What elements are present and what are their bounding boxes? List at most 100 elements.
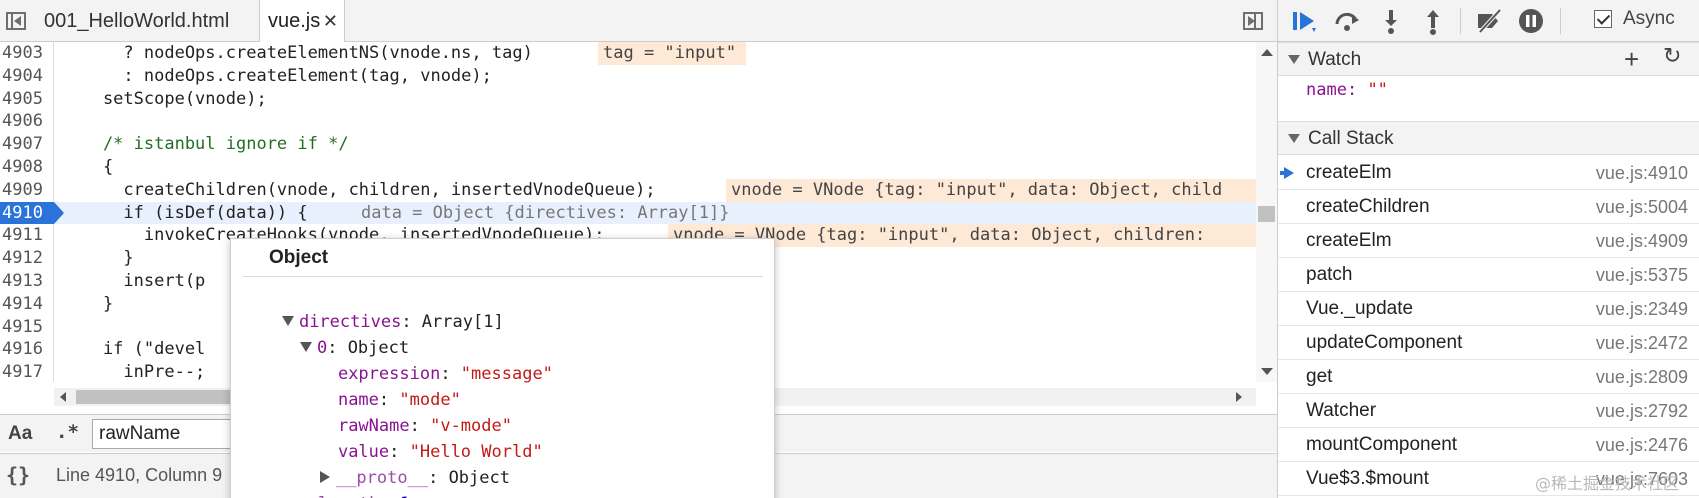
resume-icon[interactable] — [1290, 6, 1320, 36]
frame-name: mountComponent — [1306, 434, 1458, 455]
vertical-scrollbar[interactable] — [1256, 42, 1277, 382]
scroll-right-icon[interactable] — [1236, 392, 1242, 402]
frame-location[interactable]: vue.js:4909 — [1596, 231, 1688, 252]
scroll-thumb[interactable] — [76, 390, 236, 404]
call-stack-section-header[interactable]: Call Stack — [1278, 121, 1699, 155]
pretty-print-button[interactable]: {} — [6, 463, 30, 487]
scroll-up-icon[interactable] — [1261, 49, 1273, 56]
tree-row-proto[interactable]: __proto__: Object — [279, 439, 510, 488]
call-frame[interactable]: mountComponent vue.js:2476 — [1278, 428, 1699, 462]
code-line-current: if (isDef(data)) { — [62, 202, 308, 223]
tree-row-expression: expression: "message" — [337, 364, 553, 384]
frame-location[interactable]: vue.js:2476 — [1596, 435, 1688, 456]
line-number[interactable]: 4908 — [0, 156, 54, 179]
frame-name: Watcher — [1306, 400, 1377, 421]
refresh-icon[interactable]: ↻ — [1663, 44, 1681, 69]
line-number[interactable]: 4913 — [0, 270, 54, 293]
frame-name: get — [1306, 366, 1333, 387]
call-frame[interactable]: patch vue.js:5375 — [1278, 258, 1699, 292]
section-title: Watch — [1308, 49, 1362, 70]
frame-name: patch — [1306, 264, 1353, 285]
code-line: } — [62, 293, 114, 314]
scroll-thumb[interactable] — [1258, 206, 1275, 222]
pause-on-exceptions-icon[interactable] — [1516, 6, 1546, 36]
frame-location[interactable]: vue.js:5004 — [1596, 197, 1688, 218]
line-number[interactable]: 4906 — [0, 110, 54, 133]
deactivate-breakpoints-icon[interactable] — [1474, 6, 1504, 36]
frame-name: createChildren — [1306, 196, 1430, 217]
code-line: } — [62, 248, 134, 269]
debugger-sidebar: Async Watch + ↻ name: "" Call Stack crea… — [1277, 0, 1699, 498]
line-number[interactable]: 4909 — [0, 179, 54, 202]
line-number[interactable]: 4914 — [0, 293, 54, 316]
section-title: Call Stack — [1308, 128, 1394, 149]
frame-location[interactable]: vue.js:4910 — [1596, 163, 1688, 184]
step-into-icon[interactable] — [1376, 6, 1406, 36]
divider — [243, 276, 763, 277]
code-line: : nodeOps.createElement(tag, vnode); — [62, 65, 492, 86]
breakpoint-line-number[interactable]: 4910 — [0, 201, 64, 225]
scroll-down-icon[interactable] — [1261, 368, 1273, 375]
inline-value-vnode: vnode = VNode {tag: "input", data: Objec… — [726, 178, 1256, 202]
step-out-icon[interactable] — [1418, 6, 1448, 36]
line-number[interactable]: 4915 — [0, 316, 54, 339]
line-number[interactable]: 4905 — [0, 88, 54, 111]
call-frame[interactable]: createElm vue.js:4909 — [1278, 224, 1699, 258]
async-label: Async — [1623, 8, 1675, 29]
code-line: inPre--; — [62, 362, 206, 382]
line-number[interactable]: 4903 — [0, 42, 54, 65]
code-line: { — [62, 157, 114, 177]
toolbar-divider — [1460, 8, 1461, 34]
regex-toggle[interactable]: .* — [56, 421, 79, 443]
frame-name: createElm — [1306, 230, 1392, 251]
async-checkbox[interactable] — [1594, 10, 1612, 28]
call-frame[interactable]: Watcher vue.js:2792 — [1278, 394, 1699, 428]
object-preview-popover[interactable]: Object directives: Array[1] 0: Object ex… — [230, 238, 775, 498]
call-frame[interactable]: createChildren vue.js:5004 — [1278, 190, 1699, 224]
expand-arrow-icon — [1288, 134, 1300, 143]
code-line: createChildren(vnode, children, inserted… — [62, 179, 656, 200]
scroll-left-icon[interactable] — [60, 392, 66, 402]
line-number[interactable]: 4912 — [0, 247, 54, 270]
line-number[interactable]: 4904 — [0, 65, 54, 88]
inline-value-data: data = Object {directives: Array[1]} — [361, 202, 730, 223]
call-frame[interactable]: updateComponent vue.js:2472 — [1278, 326, 1699, 360]
match-case-toggle[interactable]: Aa — [8, 423, 32, 445]
frame-location[interactable]: vue.js:2349 — [1596, 299, 1688, 320]
line-number[interactable]: 4911 — [0, 224, 54, 247]
frame-location[interactable]: vue.js:2809 — [1596, 367, 1688, 388]
tree-row-index-0[interactable]: 0: Object — [259, 309, 409, 358]
call-frame-current[interactable]: createElm vue.js:4910 — [1278, 156, 1699, 190]
frame-location[interactable]: vue.js:2792 — [1596, 401, 1688, 422]
tab-vue-js[interactable]: vue.js ✕ — [259, 0, 345, 43]
tree-row-value: value: "Hello World" — [337, 442, 543, 462]
inline-value-tag: tag = "input" — [598, 42, 746, 65]
toggle-debugger-sidebar-icon[interactable] — [1240, 8, 1266, 34]
line-number[interactable]: 4916 — [0, 338, 54, 361]
code-line: insert(p — [62, 271, 206, 291]
frame-location[interactable]: vue.js:5375 — [1596, 265, 1688, 286]
close-tab-icon[interactable]: ✕ — [323, 0, 338, 42]
current-frame-arrow-icon — [1280, 167, 1294, 179]
frame-name: createElm — [1306, 162, 1392, 183]
call-frame[interactable]: Vue._update vue.js:2349 — [1278, 292, 1699, 326]
line-number[interactable]: 4917 — [0, 361, 54, 382]
watch-section-header[interactable]: Watch + ↻ — [1278, 42, 1699, 76]
frame-location[interactable]: vue.js:2472 — [1596, 333, 1688, 354]
tree-row-directives[interactable]: directives: Array[1] — [241, 283, 504, 332]
tab-001-helloworld-html[interactable]: 001_HelloWorld.html — [36, 0, 258, 42]
code-line-comment: /* istanbul ignore if */ — [62, 134, 349, 155]
line-number[interactable]: 4907 — [0, 133, 54, 156]
call-frame[interactable]: get vue.js:2809 — [1278, 360, 1699, 394]
line-number-gutter[interactable]: 4903 4904 4905 4906 4907 4908 4909 4910 … — [0, 42, 64, 382]
add-watch-icon[interactable]: + — [1624, 44, 1639, 75]
popover-title: Object — [269, 247, 329, 268]
watch-expression[interactable]: name: "" — [1306, 80, 1388, 100]
toolbar-divider — [1560, 8, 1561, 34]
toggle-navigator-icon[interactable] — [3, 8, 29, 34]
tree-row-name: name: "mode" — [337, 390, 461, 410]
cursor-position: Line 4910, Column 9 — [56, 465, 223, 485]
step-over-icon[interactable] — [1332, 6, 1362, 36]
tree-row-length: length: 1 — [277, 465, 410, 498]
expand-arrow-icon — [1288, 55, 1300, 64]
